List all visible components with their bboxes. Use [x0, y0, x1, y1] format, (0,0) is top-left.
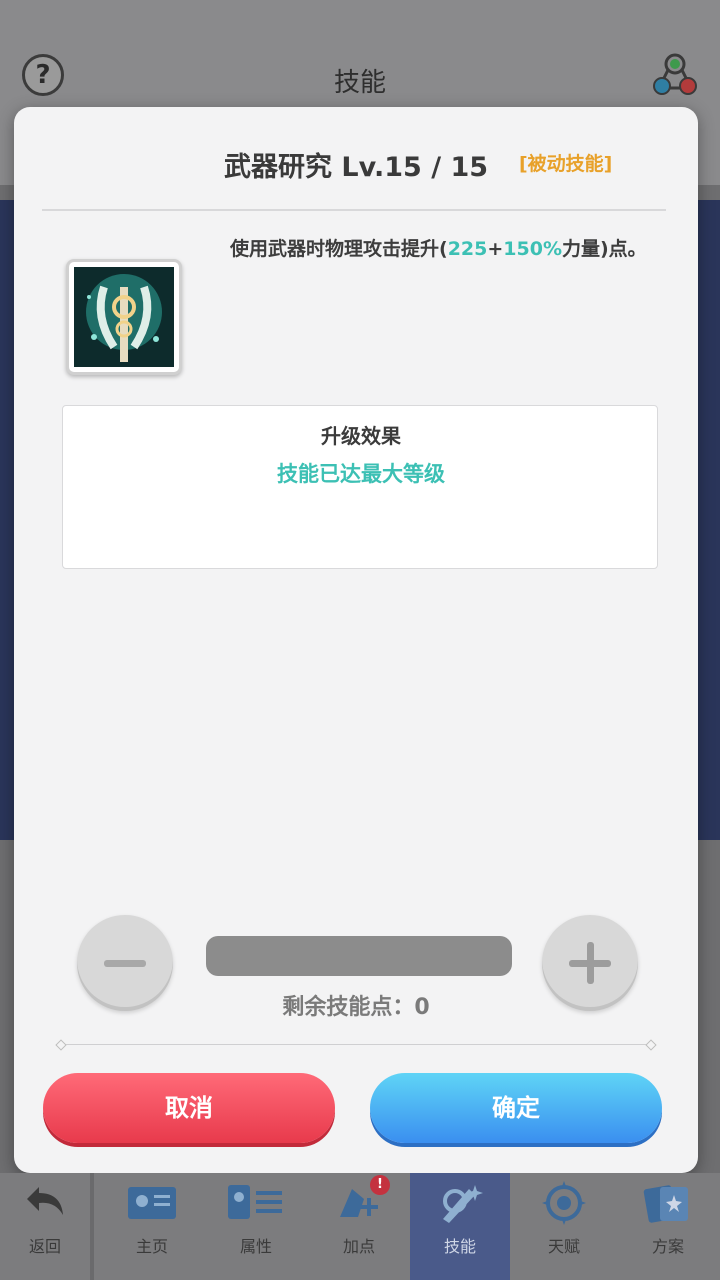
page-title: 技能	[333, 68, 386, 98]
desc-value-percent: 150%	[503, 238, 562, 260]
desc-text-end: 力量)点。	[561, 238, 647, 260]
divider	[90, 1173, 94, 1280]
bottom-nav: 返回 主页 属性 ! 加点 技能 天赋 方案	[0, 1173, 720, 1280]
notification-badge: !	[370, 1175, 390, 1195]
talent-icon	[542, 1181, 586, 1225]
attributes-icon	[228, 1185, 282, 1219]
nav-label: 技能	[443, 1237, 476, 1256]
desc-plus: +	[487, 238, 504, 260]
nav-talent[interactable]: 天赋	[512, 1173, 616, 1280]
nav-add-point[interactable]: ! 加点	[308, 1173, 410, 1280]
skill-description: 使用武器时物理攻击提升(225+150%力量)点。	[230, 235, 650, 263]
confirm-button[interactable]: 确定	[370, 1073, 662, 1143]
minus-icon	[104, 960, 146, 967]
background-panel	[696, 200, 720, 840]
nav-plan[interactable]: 方案	[616, 1173, 720, 1280]
level-progress-bar	[206, 936, 512, 976]
divider	[42, 209, 666, 211]
upgrade-title: 升级效果	[321, 424, 401, 448]
nav-label: 方案	[651, 1237, 684, 1256]
weapon-skill-icon	[74, 267, 174, 367]
skill-detail-dialog: 武器研究 Lv.15 / 15 [被动技能] 使用武器时物理攻击提升(225+1…	[14, 107, 698, 1173]
cards-icon	[643, 1185, 688, 1223]
dialog-header: 武器研究 Lv.15 / 15 [被动技能]	[14, 137, 698, 187]
nav-label: 属性	[239, 1237, 272, 1256]
skill-name: 武器研究 Lv.15 / 15	[224, 152, 489, 183]
divider	[60, 1044, 652, 1045]
nav-label: 天赋	[547, 1237, 580, 1256]
skill-icon	[443, 1185, 483, 1223]
nav-home[interactable]: 主页	[100, 1173, 204, 1280]
skill-type-label: [被动技能]	[519, 153, 613, 175]
nav-skill[interactable]: 技能	[410, 1173, 510, 1280]
remaining-skill-points: 剩余技能点：0	[282, 995, 430, 1020]
back-arrow-icon	[27, 1187, 63, 1215]
skill-icon	[66, 259, 182, 375]
background-panel	[0, 200, 14, 840]
cancel-button[interactable]: 取消	[43, 1073, 335, 1143]
desc-value-base: 225	[447, 238, 488, 260]
upgrade-effect-panel: 升级效果 技能已达最大等级	[62, 405, 658, 569]
id-card-icon	[128, 1187, 176, 1219]
nav-attributes[interactable]: 属性	[204, 1173, 308, 1280]
desc-text: 使用武器时物理攻击提升(	[230, 238, 448, 260]
upgrade-status: 技能已达最大等级	[277, 462, 445, 486]
nav-label: 加点	[342, 1237, 375, 1256]
nav-label: 主页	[135, 1237, 168, 1256]
nav-label: 返回	[28, 1237, 61, 1256]
share-icon[interactable]	[650, 50, 700, 100]
nav-back[interactable]: 返回	[0, 1173, 90, 1280]
